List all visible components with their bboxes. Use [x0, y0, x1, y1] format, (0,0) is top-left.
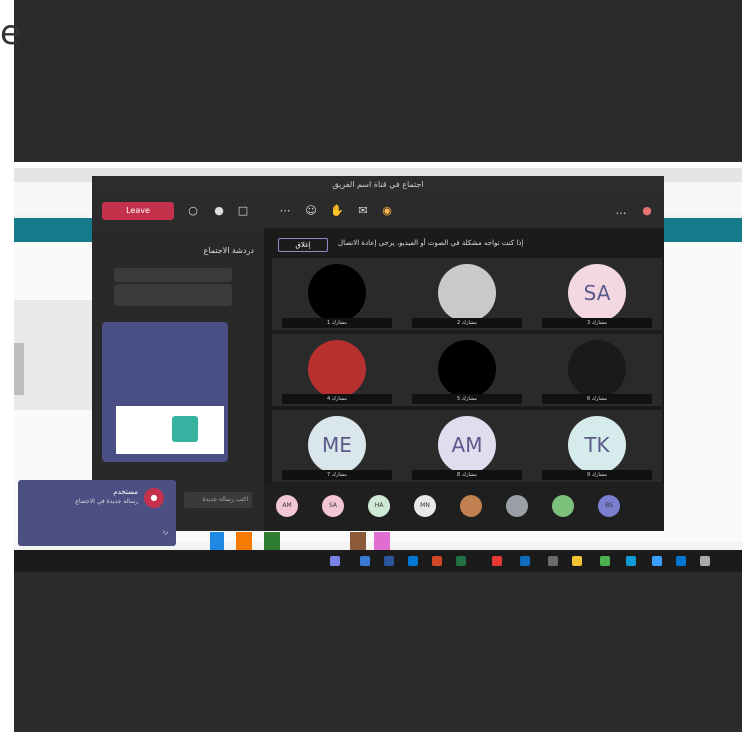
- attachment-preview[interactable]: [116, 406, 224, 454]
- participant-name: مشارك 8: [412, 470, 522, 480]
- gallery-avatar[interactable]: AM: [276, 495, 298, 517]
- taskbar-app-icon[interactable]: [492, 556, 502, 566]
- participant-name: مشارك 2: [412, 318, 522, 328]
- participant-tile[interactable]: مشارك 5: [402, 334, 532, 406]
- gallery-avatar[interactable]: [552, 495, 574, 517]
- recording-icon: ●: [642, 204, 652, 217]
- browser-scroll-strip[interactable]: [14, 343, 24, 395]
- teams-taskbar-icon[interactable]: [330, 556, 340, 566]
- share-screen-icon[interactable]: □: [234, 202, 252, 220]
- chat-message: [114, 268, 232, 282]
- start-icon[interactable]: [676, 556, 686, 566]
- toast-sender-name: مستخدم: [113, 488, 138, 496]
- chat-message-text: [108, 326, 222, 394]
- meeting-toolbar: Leave ○ ● □ ⋯ ☺ ✋ ✉ ◉ … ●: [92, 194, 664, 228]
- participant-tile[interactable]: SA مشارك 3: [532, 258, 662, 330]
- chat-icon[interactable]: ✉: [354, 202, 372, 220]
- participant-gallery: AM SA HA MN BS: [264, 483, 664, 531]
- participant-tile[interactable]: مشارك 4: [272, 334, 402, 406]
- chat-title: دردشة الاجتماع: [203, 246, 254, 255]
- participant-name: مشارك 7: [282, 470, 392, 480]
- participant-name: مشارك 4: [282, 394, 392, 404]
- participant-avatar: ME: [308, 416, 366, 474]
- participant-avatar: [568, 340, 626, 398]
- toast-message: رسالة جديدة في الاجتماع: [75, 498, 138, 505]
- video-grid: إغلاق إذا كنت تواجه مشكلة في الصوت أو ال…: [264, 228, 664, 483]
- toast-reply-button[interactable]: رد: [138, 528, 168, 535]
- banner-dismiss-button[interactable]: إغلاق: [278, 238, 328, 252]
- browser-side-panel: [14, 300, 94, 410]
- meeting-banner: إغلاق إذا كنت تواجه مشكلة في الصوت أو ال…: [272, 234, 656, 252]
- word-taskbar-icon[interactable]: [384, 556, 394, 566]
- gallery-avatar[interactable]: SA: [322, 495, 344, 517]
- participant-name: مشارك 5: [412, 394, 522, 404]
- participant-tile[interactable]: مشارك 1: [272, 258, 402, 330]
- chat-compose-box[interactable]: اكتب رسالة جديدة: [184, 492, 252, 508]
- chat-notification-toast[interactable]: ● مستخدم رسالة جديدة في الاجتماع رد: [18, 480, 176, 546]
- microphone-icon[interactable]: ●: [210, 202, 228, 220]
- video-letterbox-top: [14, 0, 742, 162]
- reactions-icon[interactable]: ☺: [302, 202, 320, 220]
- excel-taskbar-icon[interactable]: [456, 556, 466, 566]
- participant-tile[interactable]: ME مشارك 7: [272, 410, 402, 482]
- timer-icon: …: [615, 204, 627, 217]
- gallery-avatar[interactable]: BS: [598, 495, 620, 517]
- participant-name: مشارك 9: [542, 470, 652, 480]
- chrome-taskbar-icon[interactable]: [600, 556, 610, 566]
- participant-avatar: [438, 264, 496, 322]
- people-icon[interactable]: ◉: [378, 202, 396, 220]
- search-icon[interactable]: [700, 556, 710, 566]
- taskbar-app-icon[interactable]: [360, 556, 370, 566]
- outlook-taskbar-icon[interactable]: [520, 556, 530, 566]
- toast-avatar: ●: [144, 488, 164, 508]
- raise-hand-icon[interactable]: ✋: [328, 202, 346, 220]
- taskbar-app-icon[interactable]: [652, 556, 662, 566]
- gallery-avatar[interactable]: HA: [368, 495, 390, 517]
- participant-avatar: SA: [568, 264, 626, 322]
- chat-message: [114, 284, 232, 306]
- camera-icon[interactable]: ○: [184, 202, 202, 220]
- video-letterbox-bottom: [14, 572, 742, 732]
- color-strip-item: [210, 532, 224, 550]
- participant-name: مشارك 6: [542, 394, 652, 404]
- gallery-avatar[interactable]: MN: [414, 495, 436, 517]
- window-title: اجتماع في قناة اسم الفريق: [92, 176, 664, 194]
- left-edge-text: e: [0, 13, 21, 53]
- leave-button[interactable]: Leave: [102, 202, 174, 220]
- chat-message-card: [102, 322, 228, 462]
- color-strip-item: [350, 532, 366, 550]
- color-strip-item: [236, 532, 252, 550]
- participant-name: مشارك 3: [542, 318, 652, 328]
- banner-text: إذا كنت تواجه مشكلة في الصوت أو الفيديو،…: [338, 239, 524, 247]
- more-options-icon[interactable]: ⋯: [276, 202, 294, 220]
- file-explorer-taskbar-icon[interactable]: [572, 556, 582, 566]
- forms-icon: [172, 416, 198, 442]
- participant-tile[interactable]: مشارك 2: [402, 258, 532, 330]
- participant-avatar: [308, 340, 366, 398]
- gallery-avatar[interactable]: [506, 495, 528, 517]
- participant-tile[interactable]: مشارك 6: [532, 334, 662, 406]
- taskbar-app-icon[interactable]: [408, 556, 418, 566]
- participant-name: مشارك 1: [282, 318, 392, 328]
- participant-tile[interactable]: TK مشارك 9: [532, 410, 662, 482]
- participant-avatar: AM: [438, 416, 496, 474]
- participant-avatar: [308, 264, 366, 322]
- edge-taskbar-icon[interactable]: [626, 556, 636, 566]
- participant-avatar: [438, 340, 496, 398]
- gallery-avatar[interactable]: [460, 495, 482, 517]
- participant-tile[interactable]: AM مشارك 8: [402, 410, 532, 482]
- taskbar-app-icon[interactable]: [548, 556, 558, 566]
- color-strip-item: [264, 532, 280, 550]
- teams-meeting-window: اجتماع في قناة اسم الفريق Leave ○ ● □ ⋯ …: [92, 176, 664, 531]
- color-strip-item: [374, 532, 390, 550]
- powerpoint-taskbar-icon[interactable]: [432, 556, 442, 566]
- participant-avatar: TK: [568, 416, 626, 474]
